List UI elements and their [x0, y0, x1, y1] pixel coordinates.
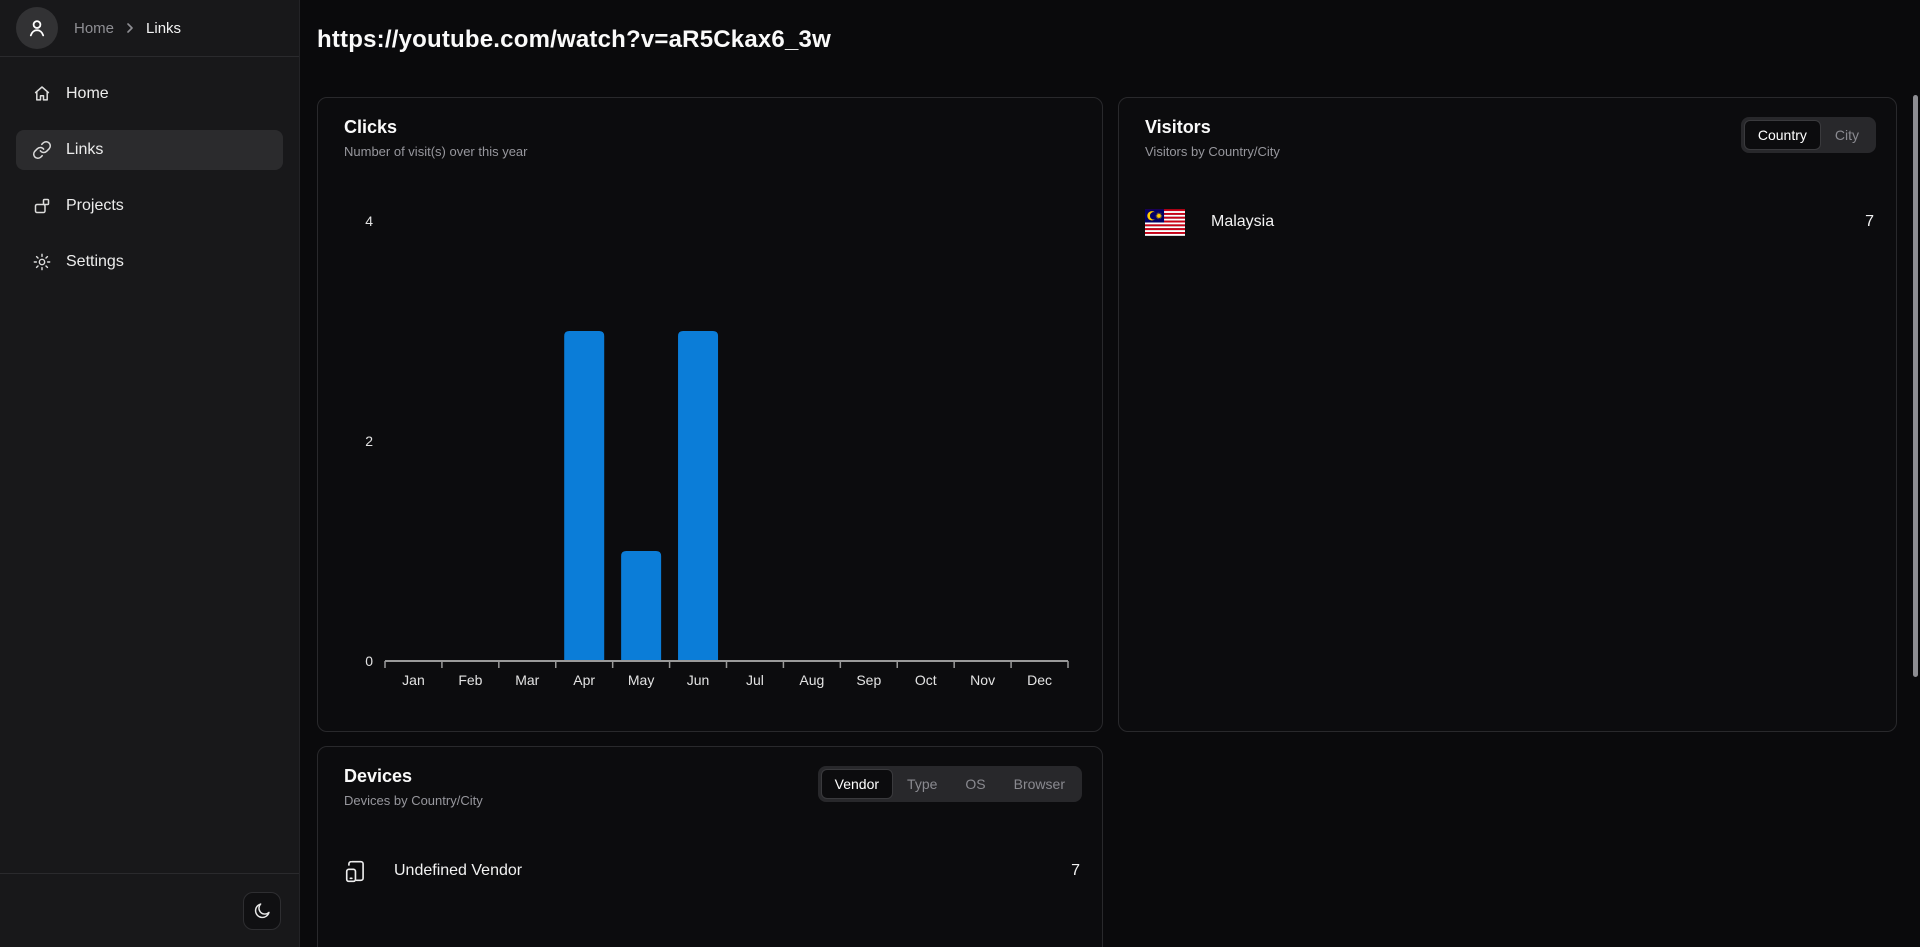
cards-grid: Clicks Number of visit(s) over this year…	[317, 97, 1897, 947]
home-icon	[32, 84, 52, 104]
app-window: Home Links Home	[0, 0, 1920, 947]
devices-toggle-browser[interactable]: Browser	[1000, 769, 1079, 799]
svg-text:Jun: Jun	[687, 672, 710, 688]
devices-toggle-os[interactable]: OS	[951, 769, 999, 799]
visitors-toggle-group: Country City	[1741, 117, 1876, 153]
bar-jun	[678, 331, 718, 661]
moon-icon	[252, 901, 272, 921]
vertical-scrollbar-thumb[interactable]	[1913, 95, 1918, 677]
breadcrumb: Home Links	[74, 20, 181, 37]
device-icon	[344, 859, 368, 883]
sidebar-item-label: Settings	[66, 253, 124, 271]
visitors-toggle-city[interactable]: City	[1821, 120, 1873, 150]
svg-text:Jul: Jul	[746, 672, 764, 688]
svg-text:Nov: Nov	[970, 672, 995, 688]
projects-icon	[32, 196, 52, 216]
avatar[interactable]	[16, 7, 58, 49]
main-content: https://youtube.com/watch?v=aR5Ckax6_3w …	[300, 0, 1920, 947]
gear-icon	[32, 252, 52, 272]
visitor-country-label: Malaysia	[1211, 213, 1274, 231]
visitors-rows: Malaysia 7	[1119, 201, 1896, 243]
sidebar-item-label: Links	[66, 141, 103, 159]
svg-text:2: 2	[365, 433, 373, 449]
sidebar-item-label: Projects	[66, 197, 124, 215]
chevron-right-icon	[124, 22, 136, 34]
svg-text:Sep: Sep	[856, 672, 881, 688]
theme-toggle-button[interactable]	[243, 892, 281, 930]
visitors-card-header: Visitors Visitors by Country/City Countr…	[1119, 98, 1896, 159]
svg-text:Apr: Apr	[573, 672, 595, 688]
sidebar-item-links[interactable]: Links	[16, 130, 283, 170]
device-row-undefined-vendor: Undefined Vendor 7	[344, 850, 1080, 892]
breadcrumb-home[interactable]: Home	[74, 20, 114, 37]
devices-toggle-vendor[interactable]: Vendor	[821, 769, 893, 799]
visitors-toggle-country[interactable]: Country	[1744, 120, 1821, 150]
sidebar-item-label: Home	[66, 85, 109, 103]
visitor-row-malaysia: Malaysia 7	[1145, 201, 1874, 243]
sidebar-item-home[interactable]: Home	[16, 74, 283, 114]
sidebar-footer	[0, 873, 299, 947]
svg-text:4: 4	[365, 213, 373, 229]
sidebar-item-settings[interactable]: Settings	[16, 242, 283, 282]
visitors-card: Visitors Visitors by Country/City Countr…	[1118, 97, 1897, 732]
bar-apr	[564, 331, 604, 661]
svg-text:0: 0	[365, 653, 373, 669]
visitors-card-title: Visitors	[1145, 117, 1280, 138]
svg-text:May: May	[628, 672, 654, 688]
svg-text:Jan: Jan	[402, 672, 425, 688]
page-title: https://youtube.com/watch?v=aR5Ckax6_3w	[317, 24, 1897, 56]
devices-toggle-group: Vendor Type OS Browser	[818, 766, 1082, 802]
sidebar-item-projects[interactable]: Projects	[16, 186, 283, 226]
person-icon	[25, 16, 49, 40]
breadcrumb-current[interactable]: Links	[146, 20, 181, 37]
devices-card: Devices Devices by Country/City Vendor T…	[317, 746, 1103, 947]
clicks-bar-chart: 0 2 4 Jan Feb Mar Apr May Jun Jul Aug Sep Oct Nov Dec	[318, 98, 1078, 698]
svg-text:Feb: Feb	[458, 672, 482, 688]
devices-card-header: Devices Devices by Country/City Vendor T…	[318, 747, 1102, 808]
svg-text:Oct: Oct	[915, 672, 937, 688]
svg-text:Mar: Mar	[515, 672, 539, 688]
visitors-card-subtitle: Visitors by Country/City	[1145, 144, 1280, 159]
svg-text:Aug: Aug	[799, 672, 824, 688]
devices-toggle-type[interactable]: Type	[893, 769, 951, 799]
topbar: Home Links	[0, 0, 299, 57]
device-count: 7	[1071, 862, 1080, 880]
device-vendor-label: Undefined Vendor	[394, 862, 522, 880]
svg-text:Dec: Dec	[1027, 672, 1052, 688]
visitor-count: 7	[1865, 213, 1874, 231]
bar-may	[621, 551, 661, 661]
devices-card-title: Devices	[344, 766, 483, 787]
sidebar: Home Links Home	[0, 0, 300, 947]
clicks-chart-svg: 0 2 4 Jan Feb Mar Apr May Jun Jul Aug Sep Oct Nov Dec	[318, 98, 1078, 698]
clicks-card: Clicks Number of visit(s) over this year…	[317, 97, 1103, 732]
devices-card-subtitle: Devices by Country/City	[344, 793, 483, 808]
devices-rows: Undefined Vendor 7	[318, 850, 1102, 892]
link-icon	[32, 140, 52, 160]
malaysia-flag-icon	[1145, 209, 1185, 236]
sidebar-nav: Home Links Projects	[0, 57, 299, 282]
